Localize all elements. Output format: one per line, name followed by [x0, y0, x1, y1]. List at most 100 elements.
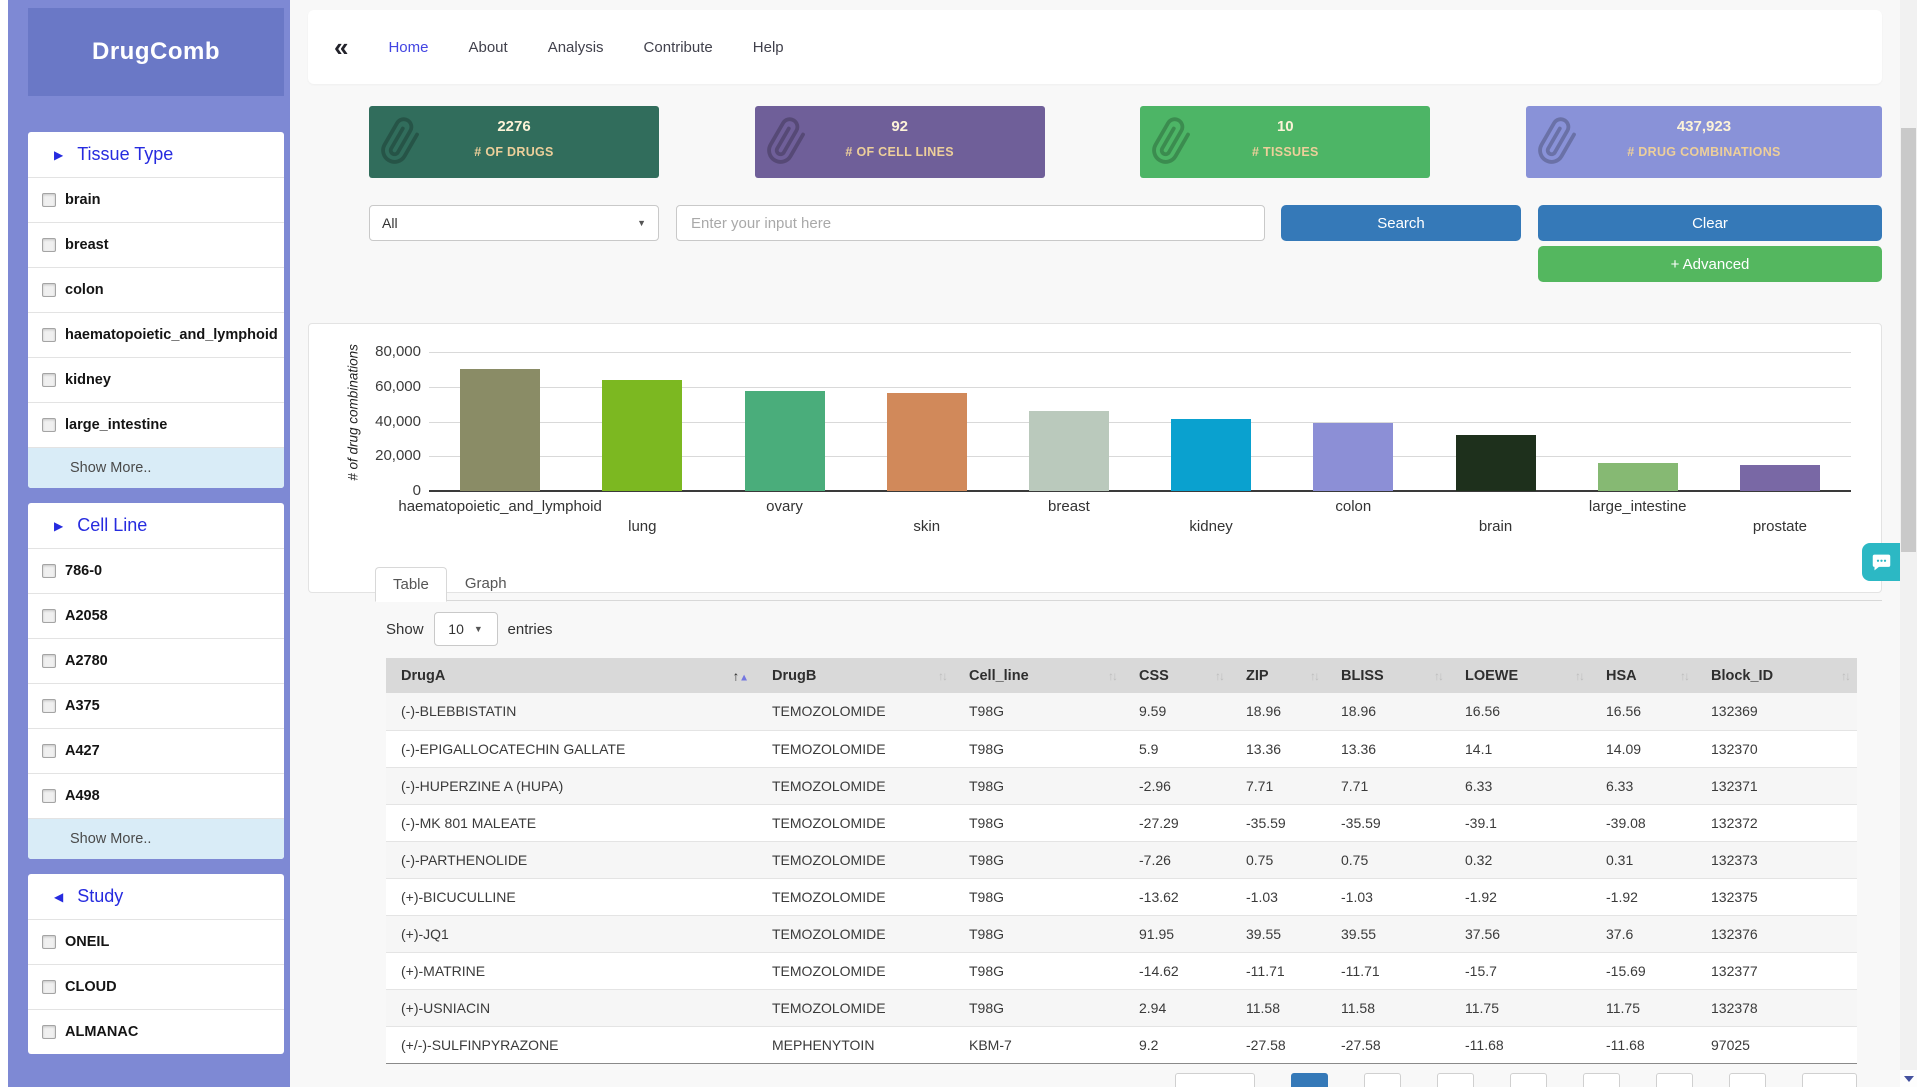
- filter-option-cloud[interactable]: CLOUD: [28, 964, 284, 1009]
- bar-slots: haematopoietic_and_lymphoidlungovaryskin…: [429, 352, 1851, 491]
- column-header-cell_line[interactable]: Cell_line↑↓: [954, 658, 1124, 693]
- table-cell: -27.29: [1124, 804, 1231, 841]
- filter-option-oneil[interactable]: ONEIL: [28, 919, 284, 964]
- column-header-css[interactable]: CSS↑↓: [1124, 658, 1231, 693]
- filter-option-large_intestine[interactable]: large_intestine: [28, 402, 284, 447]
- checkbox[interactable]: [42, 789, 56, 803]
- show-more-button[interactable]: Show More..: [28, 818, 284, 859]
- x-axis-label: ovary: [766, 498, 803, 515]
- table-cell: 18.96: [1326, 693, 1450, 730]
- section-header[interactable]: ▶Tissue Type: [28, 132, 284, 177]
- pagination-page-3[interactable]: 3: [1437, 1073, 1474, 1087]
- checkbox[interactable]: [42, 238, 56, 252]
- nav-item-home[interactable]: Home: [388, 39, 428, 56]
- column-header-zip[interactable]: ZIP↑↓: [1231, 658, 1326, 693]
- filter-option-colon[interactable]: colon: [28, 267, 284, 312]
- tab-graph[interactable]: Graph: [447, 566, 525, 601]
- pagination-page-6[interactable]: 6: [1656, 1073, 1693, 1087]
- column-header-hsa[interactable]: HSA↑↓: [1591, 658, 1696, 693]
- result-tabs: TableGraph: [375, 566, 1882, 601]
- nav-item-contribute[interactable]: Contribute: [644, 39, 713, 56]
- filter-option-label: 786-0: [65, 563, 102, 579]
- page-scrollbar[interactable]: [1900, 0, 1917, 1087]
- search-category-value: All: [382, 215, 398, 231]
- table-cell: TEMOZOLOMIDE: [757, 693, 954, 730]
- bar-slot: breast: [998, 352, 1140, 491]
- search-button[interactable]: Search: [1281, 205, 1521, 241]
- scrollbar-thumb[interactable]: [1901, 128, 1916, 552]
- filter-option-label: breast: [65, 237, 109, 253]
- pagination-previous[interactable]: Previous: [1175, 1073, 1255, 1087]
- checkbox[interactable]: [42, 980, 56, 994]
- table-cell: 0.32: [1450, 841, 1591, 878]
- table-cell: (+)-BICUCULLINE: [386, 878, 757, 915]
- clear-button[interactable]: Clear: [1538, 205, 1882, 241]
- pagination-page-2[interactable]: 2: [1364, 1073, 1401, 1087]
- chat-widget-button[interactable]: [1862, 543, 1900, 581]
- table-cell: 16.56: [1450, 693, 1591, 730]
- filter-option-a498[interactable]: A498: [28, 773, 284, 818]
- section-header[interactable]: ▶Cell Line: [28, 503, 284, 548]
- sidebar-collapse-icon[interactable]: «: [334, 34, 348, 60]
- stat-card-3: 10# TISSUES: [1140, 106, 1430, 178]
- table-cell: MEPHENYTOIN: [757, 1026, 954, 1063]
- filter-option-breast[interactable]: breast: [28, 222, 284, 267]
- search-input[interactable]: [676, 205, 1265, 241]
- nav-item-help[interactable]: Help: [753, 39, 784, 56]
- column-header-block_id[interactable]: Block_ID↑↓: [1696, 658, 1857, 693]
- tab-table[interactable]: Table: [375, 567, 447, 602]
- checkbox[interactable]: [42, 609, 56, 623]
- checkbox[interactable]: [42, 283, 56, 297]
- filter-option-haematopoietic_and_lymphoid[interactable]: haematopoietic_and_lymphoid: [28, 312, 284, 357]
- column-header-loewe[interactable]: LOEWE↑↓: [1450, 658, 1591, 693]
- chart-y-ticks: 020,00040,00060,00080,000: [309, 352, 421, 491]
- filter-option-kidney[interactable]: kidney: [28, 357, 284, 402]
- column-header-druga[interactable]: DrugA↑▲: [386, 658, 757, 693]
- show-more-button[interactable]: Show More..: [28, 447, 284, 488]
- filter-option-786-0[interactable]: 786-0: [28, 548, 284, 593]
- checkbox[interactable]: [42, 418, 56, 432]
- filter-option-a375[interactable]: A375: [28, 683, 284, 728]
- checkbox[interactable]: [42, 699, 56, 713]
- pagination-page-4[interactable]: 4: [1510, 1073, 1547, 1087]
- checkbox[interactable]: [42, 654, 56, 668]
- checkbox[interactable]: [42, 373, 56, 387]
- bar-slot: ovary: [713, 352, 855, 491]
- advanced-button[interactable]: + Advanced: [1538, 246, 1882, 282]
- pagination-page-5[interactable]: 5: [1583, 1073, 1620, 1087]
- nav-item-about[interactable]: About: [468, 39, 507, 56]
- section-title: Study: [77, 886, 123, 906]
- checkbox[interactable]: [42, 744, 56, 758]
- filter-option-a427[interactable]: A427: [28, 728, 284, 773]
- search-category-select[interactable]: All ▼: [369, 205, 659, 241]
- table-cell: 14.1: [1450, 730, 1591, 767]
- filter-option-a2058[interactable]: A2058: [28, 593, 284, 638]
- column-header-drugb[interactable]: DrugB↑↓: [757, 658, 954, 693]
- filter-option-a2780[interactable]: A2780: [28, 638, 284, 683]
- scrollbar-down-arrow[interactable]: [1900, 1070, 1917, 1087]
- table-cell: 39.55: [1231, 915, 1326, 952]
- stat-card-2: 92# OF CELL LINES: [755, 106, 1045, 178]
- filter-option-brain[interactable]: brain: [28, 177, 284, 222]
- pagination-page-7[interactable]: 7: [1729, 1073, 1766, 1087]
- checkbox[interactable]: [42, 935, 56, 949]
- checkbox[interactable]: [42, 564, 56, 578]
- nav-item-analysis[interactable]: Analysis: [548, 39, 604, 56]
- filter-option-almanac[interactable]: ALMANAC: [28, 1009, 284, 1054]
- bar-prostate: [1740, 465, 1820, 491]
- checkbox[interactable]: [42, 193, 56, 207]
- entries-value: 10: [448, 621, 464, 637]
- table-row: (-)-MK 801 MALEATETEMOZOLOMIDET98G-27.29…: [386, 804, 1857, 841]
- pagination-page-1[interactable]: 1: [1291, 1073, 1328, 1087]
- section-header[interactable]: ◀Study: [28, 874, 284, 919]
- entries-select[interactable]: 10 ▼: [434, 612, 498, 646]
- table-cell: 132378: [1696, 989, 1857, 1026]
- table-cell: 14.09: [1591, 730, 1696, 767]
- pagination-next[interactable]: Next: [1802, 1073, 1857, 1087]
- x-axis-label: lung: [628, 518, 656, 535]
- sort-icon: ↑↓: [1215, 669, 1223, 683]
- filter-option-label: colon: [65, 282, 104, 298]
- column-header-bliss[interactable]: BLISS↑↓: [1326, 658, 1450, 693]
- checkbox[interactable]: [42, 328, 56, 342]
- checkbox[interactable]: [42, 1025, 56, 1039]
